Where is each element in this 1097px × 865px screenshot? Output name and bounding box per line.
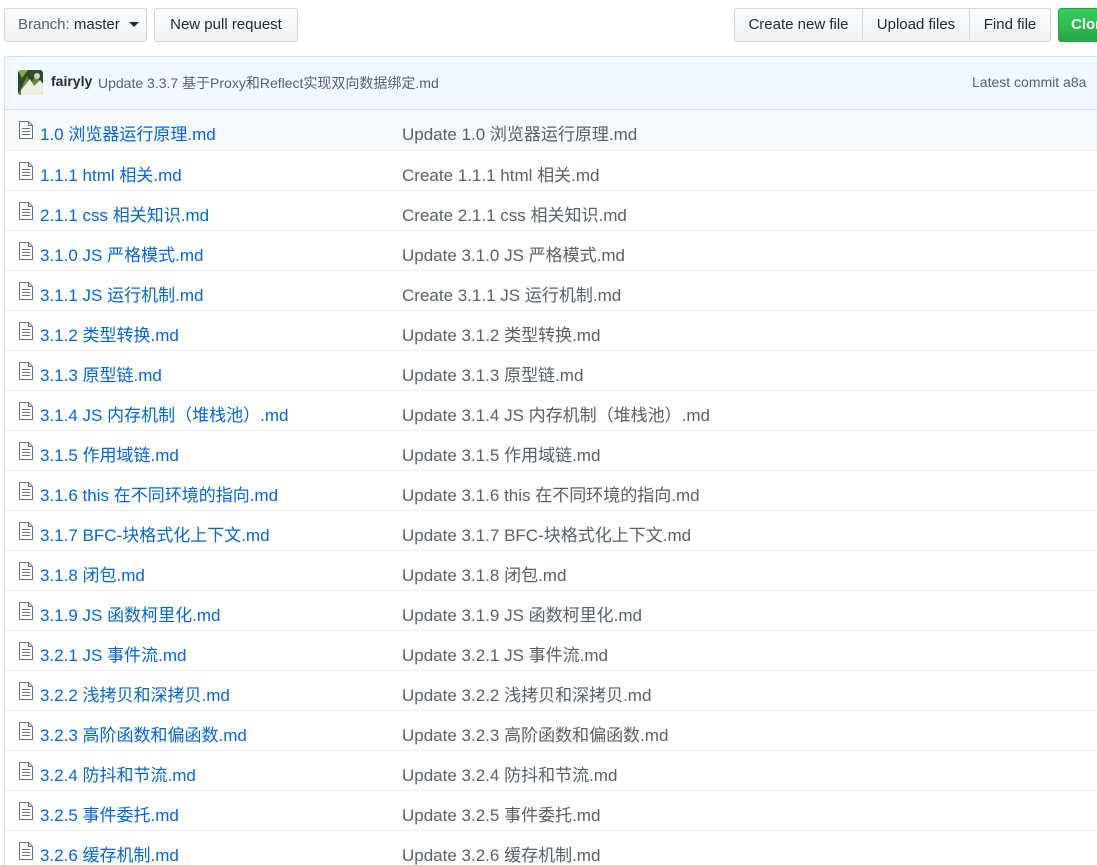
file-icon [18, 322, 34, 340]
file-name-link[interactable]: 3.1.1 JS 运行机制.md [40, 281, 203, 306]
file-name-link[interactable]: 3.2.4 防抖和节流.md [40, 761, 196, 786]
repo-file-browser: Branch: master New pull request Create n… [0, 0, 1097, 865]
file-name-link[interactable]: 3.2.2 浅拷贝和深拷贝.md [40, 681, 230, 706]
file-icon [18, 602, 34, 620]
file-commit-message-link[interactable]: Update 3.2.5 事件委托.md [402, 801, 600, 826]
file-name-link[interactable]: 3.1.8 闭包.md [40, 561, 145, 586]
latest-commit-bar: fairyly Update 3.3.7 基于Proxy和Reflect实现双向… [4, 56, 1097, 110]
file-commit-message-link[interactable]: Update 3.1.2 类型转换.md [402, 321, 600, 346]
latest-commit-label: Latest commit [972, 74, 1060, 90]
file-name-link[interactable]: 3.2.6 缓存机制.md [40, 841, 179, 865]
file-icon [18, 282, 34, 300]
file-icon [18, 802, 34, 820]
file-icon [18, 642, 34, 660]
file-icon [18, 842, 34, 860]
file-name-link[interactable]: 3.2.5 事件委托.md [40, 801, 179, 826]
file-commit-message-link[interactable]: Update 3.1.5 作用域链.md [402, 441, 600, 466]
file-icon [18, 362, 34, 380]
new-pull-request-button[interactable]: New pull request [154, 8, 298, 42]
file-commit-message-link[interactable]: Update 3.2.4 防抖和节流.md [402, 761, 617, 786]
file-commit-message-link[interactable]: Update 3.2.2 浅拷贝和深拷贝.md [402, 681, 651, 706]
file-commit-message-link[interactable]: Create 2.1.1 css 相关知识.md [402, 201, 627, 226]
file-name-link[interactable]: 2.1.1 css 相关知识.md [40, 201, 209, 226]
file-name-link[interactable]: 3.2.1 JS 事件流.md [40, 641, 186, 666]
file-icon [18, 442, 34, 460]
latest-commit-info: Latest commit a8a [972, 74, 1086, 90]
file-commit-message-link[interactable]: Update 1.0 浏览器运行原理.md [402, 120, 637, 145]
branch-label: Branch: [18, 16, 70, 33]
file-row: 1.0 浏览器运行原理.md Update 1.0 浏览器运行原理.md [5, 110, 1097, 150]
create-new-file-button[interactable]: Create new file [734, 8, 863, 42]
commit-message-link[interactable]: Update 3.3.7 基于Proxy和Reflect实现双向数据绑定.md [98, 73, 439, 93]
file-commit-message-link[interactable]: Create 1.1.1 html 相关.md [402, 161, 599, 186]
commit-author-link[interactable]: fairyly [51, 73, 92, 89]
file-row: 3.2.2 浅拷贝和深拷贝.md Update 3.2.2 浅拷贝和深拷贝.md [5, 670, 1097, 710]
file-name-link[interactable]: 3.1.7 BFC-块格式化上下文.md [40, 521, 270, 546]
file-icon [18, 162, 34, 180]
file-commit-message-link[interactable]: Update 3.2.1 JS 事件流.md [402, 641, 608, 666]
file-commit-message-link[interactable]: Update 3.1.0 JS 严格模式.md [402, 241, 625, 266]
file-icon [18, 242, 34, 260]
file-name-link[interactable]: 3.1.4 JS 内存机制（堆栈池）.md [40, 401, 288, 426]
file-row: 3.1.8 闭包.md Update 3.1.8 闭包.md [5, 550, 1097, 590]
file-icon [18, 562, 34, 580]
clone-or-download-button[interactable]: Clone or download [1058, 8, 1097, 42]
file-row: 1.1.1 html 相关.md Create 1.1.1 html 相关.md [5, 150, 1097, 190]
file-name-link[interactable]: 3.2.3 高阶函数和偏函数.md [40, 721, 247, 746]
file-name-link[interactable]: 3.1.2 类型转换.md [40, 321, 179, 346]
file-icon [18, 402, 34, 420]
file-navigation-toolbar: Branch: master New pull request Create n… [0, 0, 1097, 54]
file-row: 3.1.6 this 在不同环境的指向.md Update 3.1.6 this… [5, 470, 1097, 510]
file-name-link[interactable]: 3.1.0 JS 严格模式.md [40, 241, 203, 266]
file-name-link[interactable]: 1.1.1 html 相关.md [40, 161, 182, 186]
file-icon [18, 121, 34, 139]
avatar[interactable] [18, 70, 43, 95]
file-row: 3.1.3 原型链.md Update 3.1.3 原型链.md [5, 350, 1097, 390]
file-commit-message-link[interactable]: Update 3.1.3 原型链.md [402, 361, 583, 386]
branch-select-button[interactable]: Branch: master [4, 8, 147, 42]
upload-files-button[interactable]: Upload files [862, 8, 970, 42]
file-list-table: 1.0 浏览器运行原理.md Update 1.0 浏览器运行原理.md 1.1… [4, 110, 1097, 865]
file-name-link[interactable]: 3.1.6 this 在不同环境的指向.md [40, 481, 278, 506]
file-icon [18, 762, 34, 780]
file-row: 3.2.3 高阶函数和偏函数.md Update 3.2.3 高阶函数和偏函数.… [5, 710, 1097, 750]
file-row: 3.1.4 JS 内存机制（堆栈池）.md Update 3.1.4 JS 内存… [5, 390, 1097, 430]
file-commit-message-link[interactable]: Update 3.1.7 BFC-块格式化上下文.md [402, 521, 691, 546]
file-row: 3.2.4 防抖和节流.md Update 3.2.4 防抖和节流.md [5, 750, 1097, 790]
file-name-link[interactable]: 1.0 浏览器运行原理.md [40, 120, 216, 145]
file-commit-message-link[interactable]: Update 3.1.4 JS 内存机制（堆栈池）.md [402, 401, 710, 426]
file-commit-message-link[interactable]: Update 3.2.3 高阶函数和偏函数.md [402, 721, 668, 746]
file-icon [18, 722, 34, 740]
commit-sha-link[interactable]: a8a [1063, 74, 1086, 90]
file-commit-message-link[interactable]: Update 3.1.6 this 在不同环境的指向.md [402, 481, 700, 506]
find-file-button[interactable]: Find file [969, 8, 1051, 42]
file-row: 3.2.1 JS 事件流.md Update 3.2.1 JS 事件流.md [5, 630, 1097, 670]
file-icon [18, 522, 34, 540]
file-icon [18, 482, 34, 500]
branch-name: master [73, 16, 120, 33]
file-name-link[interactable]: 3.1.3 原型链.md [40, 361, 162, 386]
file-commit-message-link[interactable]: Update 3.1.9 JS 函数柯里化.md [402, 601, 642, 626]
caret-down-icon [128, 21, 139, 27]
file-commit-message-link[interactable]: Update 3.1.8 闭包.md [402, 561, 566, 586]
file-name-link[interactable]: 3.1.5 作用域链.md [40, 441, 179, 466]
file-icon [18, 202, 34, 220]
file-icon [18, 682, 34, 700]
file-row: 3.1.2 类型转换.md Update 3.1.2 类型转换.md [5, 310, 1097, 350]
file-row: 3.1.7 BFC-块格式化上下文.md Update 3.1.7 BFC-块格… [5, 510, 1097, 550]
file-row: 3.1.1 JS 运行机制.md Create 3.1.1 JS 运行机制.md [5, 270, 1097, 310]
file-commit-message-link[interactable]: Update 3.2.6 缓存机制.md [402, 841, 600, 865]
file-row: 3.1.9 JS 函数柯里化.md Update 3.1.9 JS 函数柯里化.… [5, 590, 1097, 630]
file-row: 2.1.1 css 相关知识.md Create 2.1.1 css 相关知识.… [5, 190, 1097, 230]
file-row: 3.2.6 缓存机制.md Update 3.2.6 缓存机制.md [5, 830, 1097, 865]
file-name-link[interactable]: 3.1.9 JS 函数柯里化.md [40, 601, 220, 626]
file-commit-message-link[interactable]: Create 3.1.1 JS 运行机制.md [402, 281, 621, 306]
file-row: 3.2.5 事件委托.md Update 3.2.5 事件委托.md [5, 790, 1097, 830]
file-row: 3.1.0 JS 严格模式.md Update 3.1.0 JS 严格模式.md [5, 230, 1097, 270]
file-row: 3.1.5 作用域链.md Update 3.1.5 作用域链.md [5, 430, 1097, 470]
